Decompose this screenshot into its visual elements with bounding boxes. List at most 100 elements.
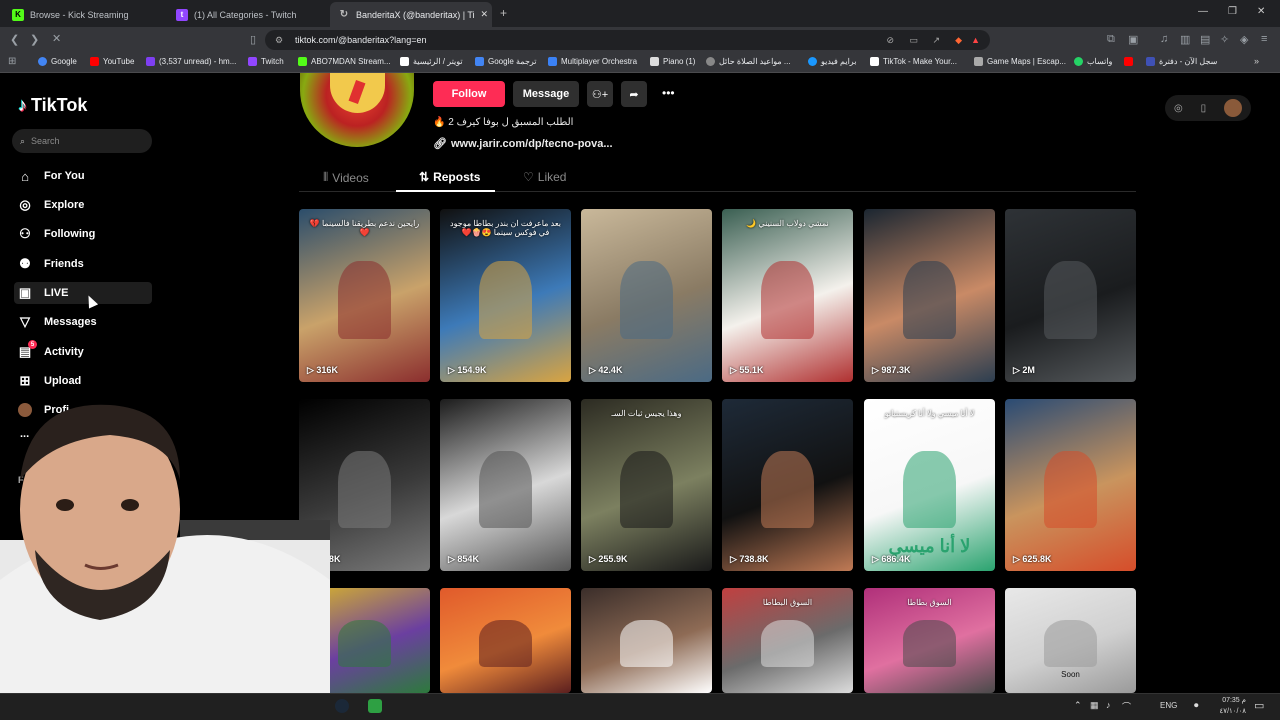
- video-tile[interactable]: رايحين ندعم بطريقنا فالسينما 💔❤️ ▷ 316K: [299, 209, 430, 382]
- video-tile[interactable]: [581, 588, 712, 693]
- tab-reposts[interactable]: ⇅ Reposts: [419, 170, 480, 184]
- compass-icon[interactable]: ◎: [1174, 103, 1183, 114]
- bookmark-icon[interactable]: ▯: [250, 33, 256, 46]
- bookmark-item[interactable]: [1124, 57, 1137, 66]
- no-tracking-icon[interactable]: ⊘: [886, 35, 894, 46]
- clock-date[interactable]: ٤٧/١٠/٠٨: [1210, 707, 1246, 715]
- bookmark-item[interactable]: مواعيد الصلاة حائل ...: [706, 57, 791, 66]
- nav-activity[interactable]: ▤ 5 Activity: [14, 340, 152, 363]
- minimize-button[interactable]: —: [1198, 6, 1208, 17]
- nav-explore[interactable]: ◎ Explore: [14, 194, 152, 216]
- bookmark-item[interactable]: Google: [38, 57, 77, 66]
- tab-liked[interactable]: ♡ Liked: [523, 170, 566, 184]
- bookmark-item[interactable]: Twitch: [248, 57, 284, 66]
- share-icon[interactable]: ↗: [932, 35, 940, 46]
- video-tile[interactable]: Soon: [1005, 588, 1136, 693]
- menu-icon[interactable]: ≡: [1261, 33, 1267, 45]
- view-count-value: 316K: [316, 365, 338, 375]
- video-tile[interactable]: [440, 588, 571, 693]
- bookmark-item[interactable]: YouTube: [90, 57, 134, 66]
- follow-button[interactable]: Follow: [433, 81, 505, 107]
- screenshot-icon[interactable]: ▣: [1128, 33, 1138, 46]
- show-hidden-icons[interactable]: ⌃: [1074, 700, 1082, 711]
- nav-for-you[interactable]: ⌂ For You: [14, 165, 152, 187]
- video-tile[interactable]: وهذا يجيس ثبات السـ ▷ 255.9K: [581, 399, 712, 571]
- bookmark-item[interactable]: ABO7MDAN Stream...: [298, 57, 391, 66]
- bookmark-item[interactable]: برايم فيديو: [808, 57, 856, 66]
- install-icon[interactable]: ▭: [909, 35, 918, 46]
- back-icon[interactable]: ❮: [10, 33, 19, 46]
- extensions-icon[interactable]: ⧉: [1107, 33, 1115, 46]
- video-tile[interactable]: السوق البطاطا: [722, 588, 853, 693]
- bookmark-item[interactable]: Multiplayer Orchestra: [548, 57, 637, 66]
- volume-icon[interactable]: ♪: [1106, 700, 1111, 710]
- leo-icon[interactable]: ✧: [1220, 33, 1229, 46]
- video-tile[interactable]: نمشي دولاب السنيني 🌙 ▷ 55.1K: [722, 209, 853, 382]
- clock-time[interactable]: 07:35 م: [1212, 696, 1246, 704]
- wallet-icon[interactable]: ▤: [1200, 33, 1210, 46]
- bookmark-item[interactable]: (3,537 unread) - hm...: [146, 57, 236, 66]
- language-indicator[interactable]: ENG: [1160, 701, 1177, 710]
- video-tile[interactable]: بعد ماعرفت ان بندر بطاطا موجود في فوكس س…: [440, 209, 571, 382]
- video-tile[interactable]: السوق بطاطا: [864, 588, 995, 693]
- search-input[interactable]: ⌕ Search: [12, 129, 152, 153]
- profile-link[interactable]: 🔗︎ www.jarir.com/dp/tecno-pova...: [433, 137, 613, 150]
- tab-twitch[interactable]: t (1) All Categories - Twitch: [168, 2, 328, 27]
- new-tab-button[interactable]: +: [500, 6, 507, 20]
- network-icon[interactable]: ⌒: [1122, 700, 1131, 713]
- forward-icon[interactable]: ❯: [30, 33, 39, 46]
- bookmark-item[interactable]: TikTok - Make Your...: [870, 57, 957, 66]
- brave-icon[interactable]: ◆: [955, 35, 962, 46]
- steam-icon[interactable]: [335, 699, 349, 713]
- sidebar-icon[interactable]: ▥: [1180, 33, 1190, 46]
- brave-shield-icon[interactable]: ▲: [971, 35, 980, 45]
- tiktok-logo[interactable]: ♪ TikTok: [18, 95, 87, 116]
- more-bookmarks-icon[interactable]: »: [1254, 56, 1259, 66]
- app-icon[interactable]: [368, 699, 382, 713]
- share-button[interactable]: ➦: [621, 81, 647, 107]
- notifications-icon[interactable]: ▭: [1254, 699, 1264, 712]
- video-tile[interactable]: لا أنا ميسي ولا أنا كريستيانو لا أنا ميسي…: [864, 399, 995, 571]
- phone-icon[interactable]: ▯: [1201, 103, 1207, 114]
- nav-messages[interactable]: ▽ Messages: [14, 311, 152, 333]
- music-icon[interactable]: ♫: [1160, 33, 1168, 45]
- video-tile[interactable]: ▷ 42.4K: [581, 209, 712, 382]
- user-avatar[interactable]: [1224, 99, 1243, 117]
- url-text: tiktok.com/@banderitax?lang=en: [295, 35, 427, 45]
- restore-button[interactable]: ❐: [1228, 6, 1237, 17]
- video-tile[interactable]: ▷ 738.8K: [722, 399, 853, 571]
- tab-tiktok[interactable]: ↻ BanderitaX (@banderitax) | Ti ✕: [330, 2, 492, 27]
- tab-videos[interactable]: ⦀ Videos: [323, 170, 369, 185]
- nav-label: Messages: [44, 316, 97, 328]
- nav-upload[interactable]: ⊞ Upload: [14, 370, 152, 392]
- apps-icon[interactable]: ⊞: [8, 56, 16, 67]
- video-tile[interactable]: ▷ 987.3K: [864, 209, 995, 382]
- bookmark-item[interactable]: واتساب: [1074, 57, 1112, 66]
- tray-icon[interactable]: ▦: [1090, 700, 1099, 711]
- close-window-button[interactable]: ✕: [1257, 6, 1265, 17]
- video-tile[interactable]: ▷ 2M: [1005, 209, 1136, 382]
- vpn-icon[interactable]: ◈: [1240, 33, 1248, 46]
- more-options-button[interactable]: •••: [662, 86, 675, 100]
- video-tile[interactable]: ▷ 625.8K: [1005, 399, 1136, 571]
- bookmark-item[interactable]: Piano (1): [650, 57, 695, 66]
- view-count-value: 2M: [1022, 365, 1035, 375]
- close-tab-icon[interactable]: ✕: [481, 9, 489, 20]
- site-info-icon[interactable]: ⚙: [275, 35, 283, 46]
- nav-friends[interactable]: ⚉ Friends: [14, 253, 152, 275]
- add-friend-button[interactable]: ⚇+: [587, 81, 613, 107]
- video-tile[interactable]: ▷ 854K: [440, 399, 571, 571]
- microphone-icon[interactable]: ⏺: [1194, 700, 1199, 711]
- bookmark-item[interactable]: Game Maps | Escap...: [974, 57, 1066, 66]
- profile-avatar[interactable]: [300, 73, 414, 147]
- nav-live[interactable]: ▣ LIVE: [14, 282, 152, 304]
- bookmark-item[interactable]: سجل الآن - دفترة: [1146, 57, 1217, 66]
- tab-kick[interactable]: K Browse - Kick Streaming: [4, 2, 166, 27]
- url-field[interactable]: ⚙ tiktok.com/@banderitax?lang=en ▲ ◆ ↗ ▭…: [265, 30, 990, 50]
- bookmark-item[interactable]: تويتر / الرئيسية: [400, 57, 463, 66]
- stop-icon[interactable]: ✕: [52, 32, 61, 45]
- maps-icon: [974, 57, 983, 66]
- bookmark-item[interactable]: Google ترجمة: [475, 57, 537, 66]
- message-button[interactable]: Message: [513, 81, 579, 107]
- nav-following[interactable]: ⚇ Following: [14, 223, 152, 245]
